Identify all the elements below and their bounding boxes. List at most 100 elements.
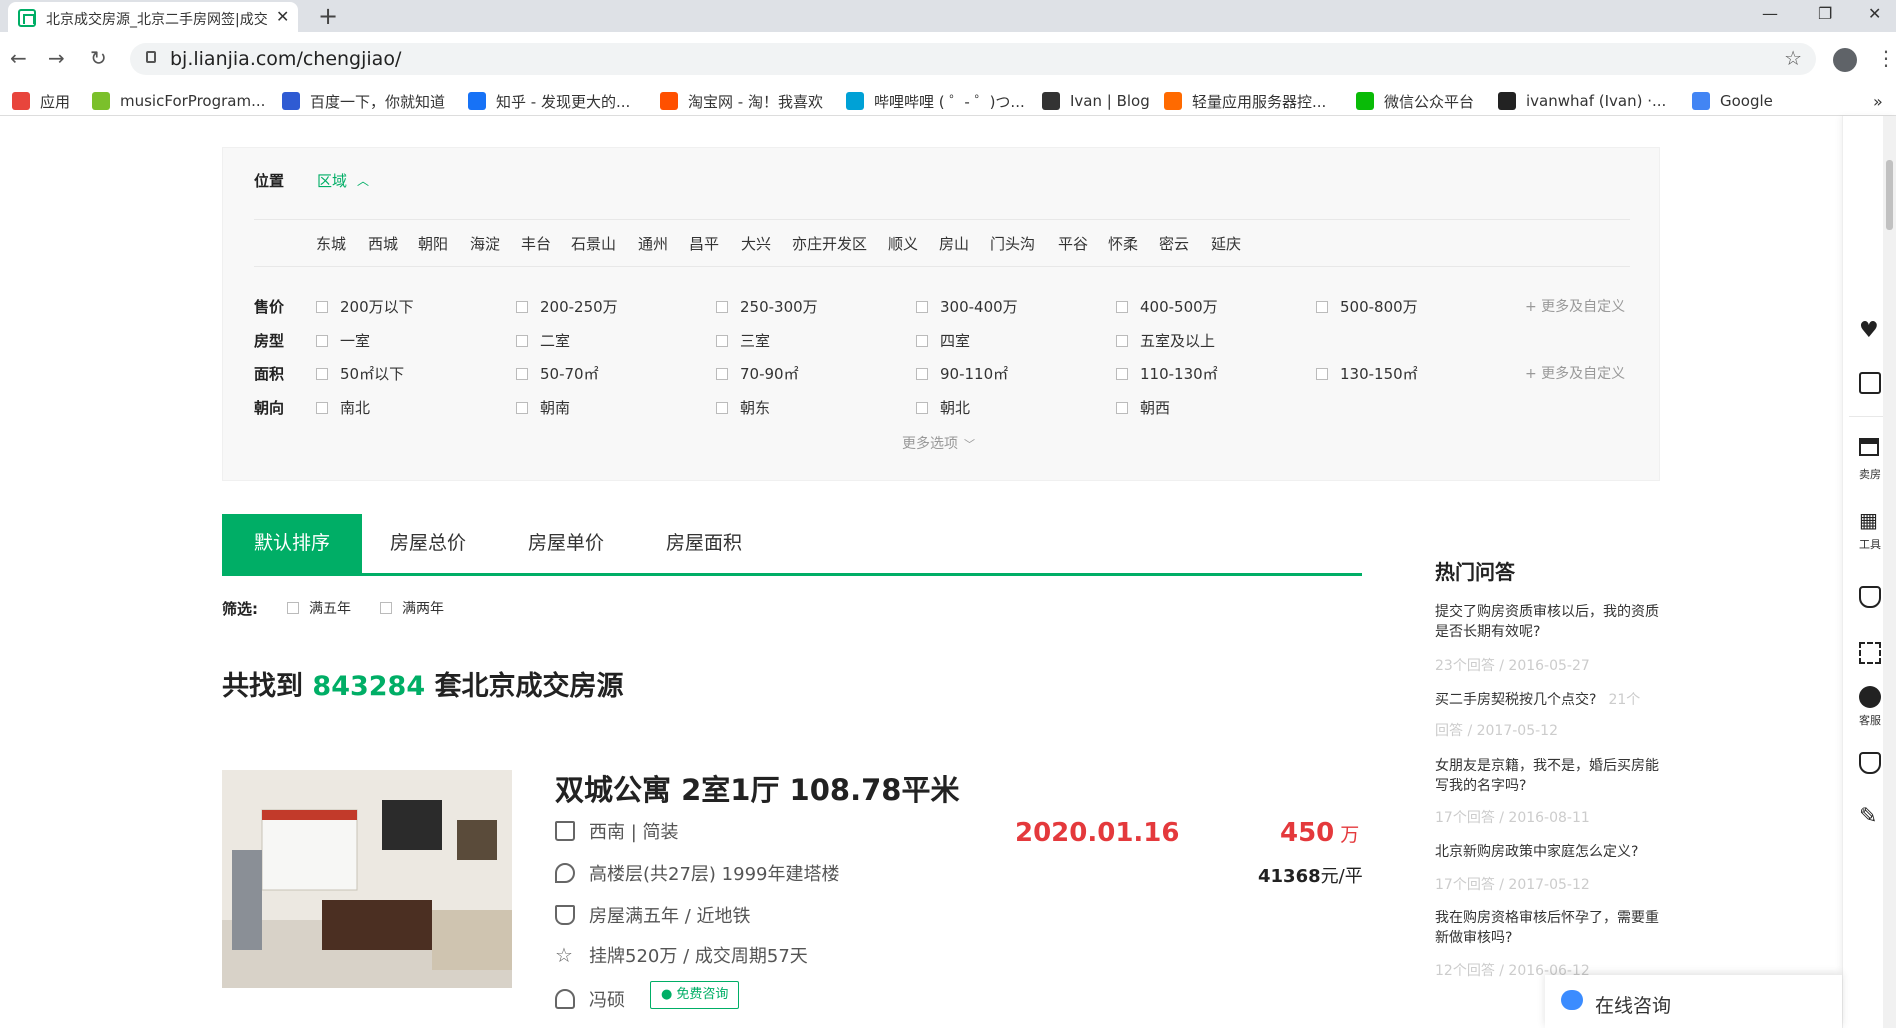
checkbox[interactable] bbox=[516, 334, 528, 347]
heart-icon[interactable]: ♥ bbox=[1859, 318, 1881, 343]
district-option[interactable]: 海淀 bbox=[470, 233, 500, 254]
checkbox[interactable] bbox=[316, 334, 328, 347]
screen-five-years[interactable]: 满五年 bbox=[287, 598, 351, 618]
filter-option[interactable]: 朝西 bbox=[1116, 397, 1170, 418]
filter-option[interactable]: 400-500万 bbox=[1116, 296, 1218, 317]
edit-pencil-icon[interactable]: ✎ bbox=[1859, 806, 1881, 828]
filter-option[interactable]: 二室 bbox=[516, 330, 570, 351]
qa-question[interactable]: 买二手房契税按几个点交? 21个 bbox=[1435, 690, 1640, 710]
district-option[interactable]: 东城 bbox=[316, 233, 346, 254]
checkbox[interactable] bbox=[716, 300, 728, 313]
qa-question[interactable]: 提交了购房资质审核以后，我的资质是否长期有效呢? bbox=[1435, 602, 1667, 642]
screen-two-years[interactable]: 满两年 bbox=[380, 598, 444, 618]
checkbox[interactable] bbox=[1316, 367, 1328, 380]
district-option[interactable]: 密云 bbox=[1159, 233, 1189, 254]
house-photo[interactable] bbox=[222, 770, 512, 988]
area-tab[interactable]: 区域 ︿ bbox=[317, 170, 369, 191]
bookmark-item[interactable]: musicForProgram... bbox=[92, 90, 265, 112]
district-option[interactable]: 石景山 bbox=[571, 233, 616, 254]
district-option[interactable]: 昌平 bbox=[689, 233, 719, 254]
sell-house-icon[interactable] bbox=[1859, 438, 1879, 456]
browser-menu-icon[interactable]: ⋮ bbox=[1876, 46, 1896, 70]
checkbox[interactable] bbox=[516, 300, 528, 313]
checkbox[interactable] bbox=[716, 401, 728, 414]
bookmark-item[interactable]: Ivan | Blog bbox=[1042, 90, 1150, 112]
checkbox[interactable] bbox=[380, 602, 392, 614]
checkbox[interactable] bbox=[716, 334, 728, 347]
checkbox[interactable] bbox=[1116, 401, 1128, 414]
filter-option[interactable]: 90-110㎡ bbox=[916, 363, 1008, 384]
bookmark-item[interactable]: 哔哩哔哩 ( ゜- ゜)つ... bbox=[846, 90, 1025, 112]
checkbox[interactable] bbox=[316, 367, 328, 380]
online-consult-widget[interactable]: 在线咨询 bbox=[1545, 975, 1842, 1028]
checkbox[interactable] bbox=[916, 401, 928, 414]
qa-question[interactable]: 我在购房资格审核后怀孕了，需要重新做审核吗? bbox=[1435, 908, 1667, 948]
sort-area-tab[interactable]: 房屋面积 bbox=[666, 514, 742, 573]
district-option[interactable]: 亦庄开发区 bbox=[792, 233, 867, 254]
chat-icon[interactable] bbox=[1859, 686, 1881, 708]
browser-tab[interactable]: 北京成交房源_北京二手房网签|成交 ✕ bbox=[8, 2, 298, 32]
filter-option[interactable]: 250-300万 bbox=[716, 296, 818, 317]
checkbox[interactable] bbox=[1316, 300, 1328, 313]
filter-option[interactable]: 四室 bbox=[916, 330, 970, 351]
more-options-toggle[interactable]: 更多选项 ﹀ bbox=[902, 433, 975, 453]
sort-default-tab[interactable]: 默认排序 bbox=[222, 514, 363, 573]
new-tab-icon[interactable]: + bbox=[318, 2, 338, 30]
sort-unit-price-tab[interactable]: 房屋单价 bbox=[528, 514, 604, 573]
bookmark-star-icon[interactable]: ☆ bbox=[1784, 46, 1802, 70]
district-option[interactable]: 丰台 bbox=[521, 233, 551, 254]
scrollbar-thumb[interactable] bbox=[1886, 160, 1893, 230]
minimize-icon[interactable]: — bbox=[1762, 4, 1778, 23]
restore-icon[interactable]: ❐ bbox=[1818, 4, 1832, 23]
checkbox[interactable] bbox=[916, 367, 928, 380]
checkbox[interactable] bbox=[916, 334, 928, 347]
checkbox[interactable] bbox=[1116, 334, 1128, 347]
filter-option[interactable]: 200-250万 bbox=[516, 296, 618, 317]
agent-name[interactable]: 冯硕 bbox=[589, 986, 625, 1012]
tools-grid-icon[interactable]: ▦ bbox=[1859, 510, 1881, 532]
filter-option[interactable]: 五室及以上 bbox=[1116, 330, 1215, 351]
checkbox[interactable] bbox=[316, 300, 328, 313]
district-option[interactable]: 平谷 bbox=[1058, 233, 1088, 254]
safety-shield-icon[interactable] bbox=[1859, 752, 1881, 774]
district-option[interactable]: 大兴 bbox=[741, 233, 771, 254]
price-more-custom[interactable]: + 更多及自定义 bbox=[1525, 296, 1625, 316]
bookmark-item[interactable]: 轻量应用服务器控... bbox=[1164, 90, 1326, 112]
district-option[interactable]: 朝阳 bbox=[418, 233, 448, 254]
free-consult-button[interactable]: ● 免费咨询 bbox=[650, 981, 740, 1009]
scan-icon[interactable] bbox=[1859, 642, 1881, 664]
checkbox[interactable] bbox=[516, 401, 528, 414]
qa-question[interactable]: 女朋友是京籍，我不是，婚后买房能写我的名字吗? bbox=[1435, 756, 1667, 796]
bookmark-item[interactable]: 百度一下，你就知道 bbox=[282, 90, 445, 112]
filter-option[interactable]: 南北 bbox=[316, 397, 370, 418]
bookmark-item[interactable]: Google bbox=[1692, 90, 1773, 112]
district-option[interactable]: 顺义 bbox=[888, 233, 918, 254]
sort-total-price-tab[interactable]: 房屋总价 bbox=[390, 514, 466, 573]
qa-question[interactable]: 北京新购房政策中家庭怎么定义? bbox=[1435, 842, 1638, 862]
filter-option[interactable]: 70-90㎡ bbox=[716, 363, 799, 384]
checkbox[interactable] bbox=[716, 367, 728, 380]
address-bar[interactable]: bj.lianjia.com/chengjiao/ ☆ bbox=[130, 43, 1816, 75]
back-icon[interactable]: ← bbox=[10, 46, 27, 70]
district-option[interactable]: 门头沟 bbox=[990, 233, 1035, 254]
bookmark-item[interactable]: 应用 bbox=[12, 90, 70, 112]
profile-avatar-icon[interactable] bbox=[1833, 48, 1857, 72]
size-more-custom[interactable]: + 更多及自定义 bbox=[1525, 363, 1625, 383]
listing-title[interactable]: 双城公寓 2室1厅 108.78平米 bbox=[555, 767, 959, 809]
district-option[interactable]: 怀柔 bbox=[1108, 233, 1138, 254]
filter-option[interactable]: 朝北 bbox=[916, 397, 970, 418]
district-option[interactable]: 房山 bbox=[939, 233, 969, 254]
district-option[interactable]: 西城 bbox=[368, 233, 398, 254]
district-option[interactable]: 延庆 bbox=[1211, 233, 1241, 254]
guarantee-shield-icon[interactable] bbox=[1859, 586, 1881, 608]
reload-icon[interactable]: ↻ bbox=[90, 46, 107, 70]
filter-option[interactable]: 110-130㎡ bbox=[1116, 363, 1218, 384]
filter-option[interactable]: 300-400万 bbox=[916, 296, 1018, 317]
checkbox[interactable] bbox=[1116, 367, 1128, 380]
filter-option[interactable]: 三室 bbox=[716, 330, 770, 351]
filter-option[interactable]: 50㎡以下 bbox=[316, 363, 404, 384]
bookmark-item[interactable]: 淘宝网 - 淘！我喜欢 bbox=[660, 90, 823, 112]
checkbox[interactable] bbox=[516, 367, 528, 380]
close-window-icon[interactable]: ✕ bbox=[1868, 4, 1881, 23]
checkbox[interactable] bbox=[916, 300, 928, 313]
